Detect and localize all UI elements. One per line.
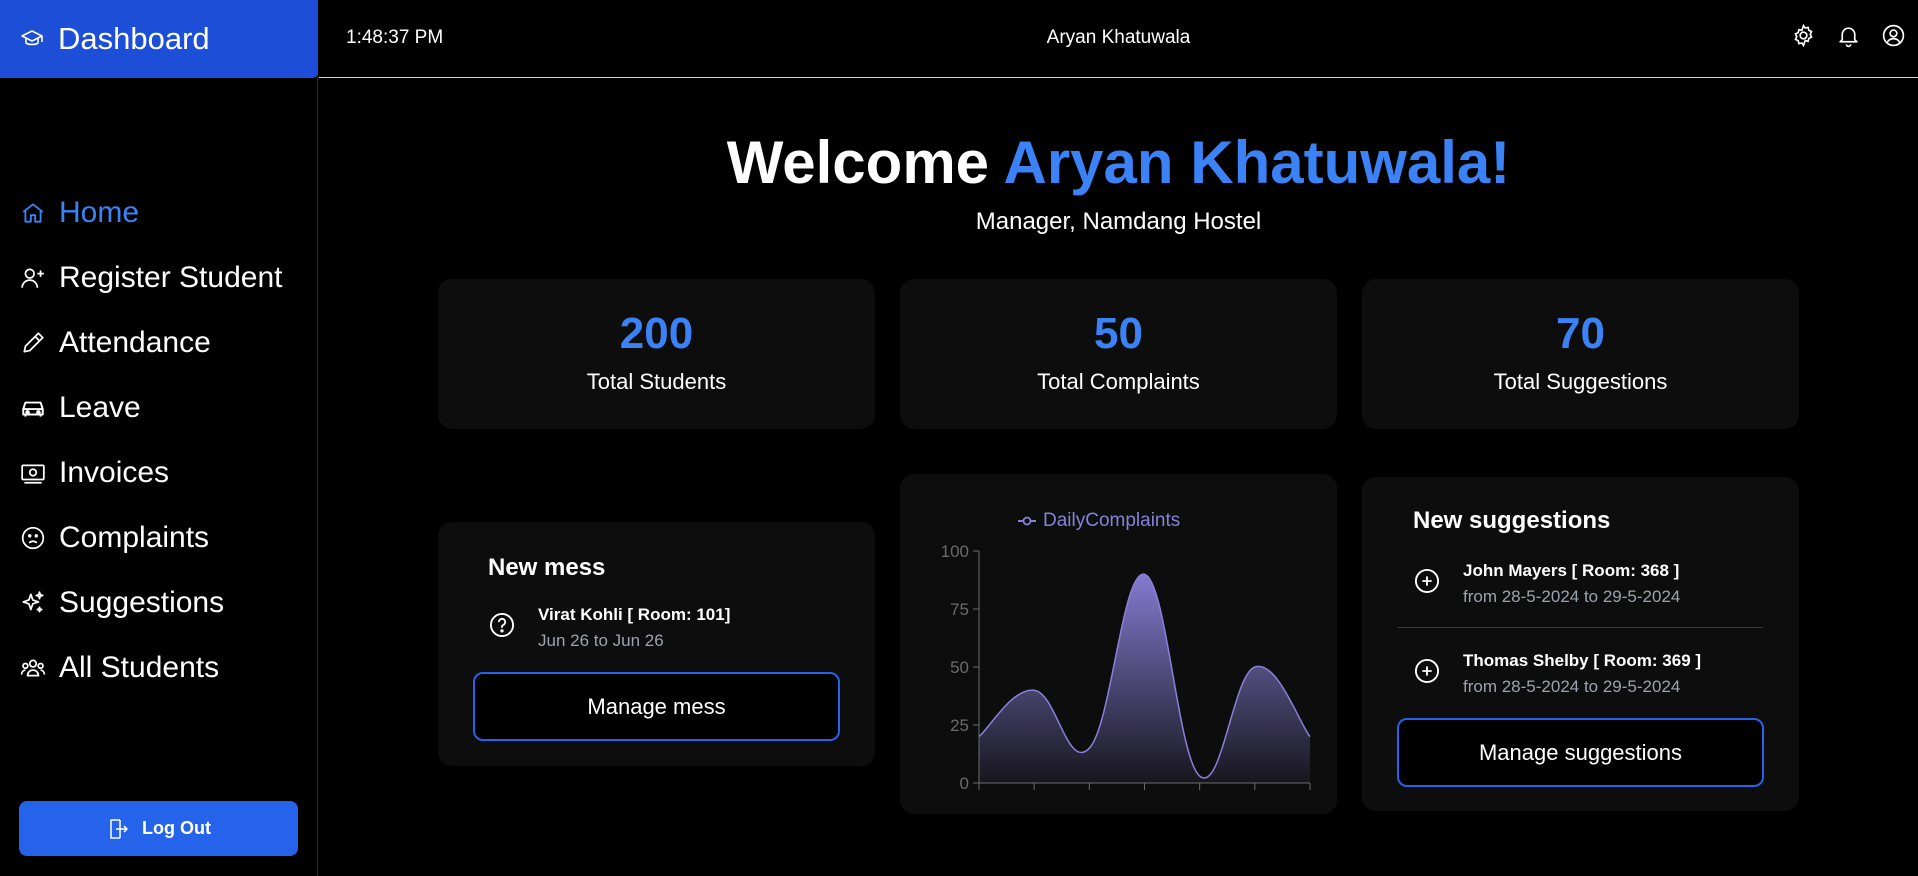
graduation-cap-icon <box>21 30 43 46</box>
daily-complaints-chart: 0 25 50 75 100 <box>941 542 1311 793</box>
plus-circle-icon <box>1414 568 1440 594</box>
welcome-name: Aryan Khatuwala! <box>1003 129 1511 196</box>
stat-card-complaints: 50 Total Complaints <box>900 279 1337 429</box>
sidebar: Dashboard Home Register Student Attendan… <box>0 0 318 876</box>
new-mess-panel: New mess Virat Kohli [ Room: 101] Jun 26… <box>438 522 875 766</box>
sidebar-item-attendance[interactable]: Attendance <box>0 310 318 375</box>
user-role: Manager, Namdang Hostel <box>975 208 1262 235</box>
entry-name: John Mayers [ Room: 368 ] <box>1463 561 1680 580</box>
user-circle-icon[interactable] <box>1881 23 1906 48</box>
stat-label: Total Complaints <box>1037 369 1200 394</box>
topbar-username: Aryan Khatuwala <box>1046 27 1191 48</box>
stat-label: Total Students <box>586 369 727 394</box>
y-tick-label: 25 <box>950 716 969 735</box>
sidebar-item-leave[interactable]: Leave <box>0 375 318 440</box>
entry-dates: from 28-5-2024 to 29-5-2024 <box>1463 587 1681 606</box>
y-tick-label: 100 <box>941 542 969 561</box>
brand-header[interactable]: Dashboard <box>0 0 318 78</box>
sidebar-item-label: Attendance <box>59 325 211 359</box>
entry-name: Thomas Shelby [ Room: 369 ] <box>1463 651 1702 670</box>
y-tick-label: 50 <box>950 658 969 677</box>
welcome-heading: Welcome Aryan Khatuwala! <box>319 128 1918 197</box>
list-item: John Mayers [ Room: 368 ] from 28-5-2024… <box>1413 561 1680 607</box>
series-area <box>979 574 1310 783</box>
sidebar-item-label: All Students <box>59 650 220 684</box>
logout-button[interactable]: Log Out <box>19 801 298 856</box>
brand-title: Dashboard <box>58 21 210 56</box>
sidebar-item-label: Complaints <box>59 520 210 554</box>
entry-dates: from 28-5-2024 to 29-5-2024 <box>1463 677 1681 696</box>
sidebar-item-complaints[interactable]: Complaints <box>0 505 318 570</box>
sad-face-icon <box>21 526 45 549</box>
sparkles-icon <box>22 590 44 613</box>
bell-icon[interactable] <box>1836 23 1861 48</box>
sidebar-item-home[interactable]: Home <box>0 180 318 245</box>
plus-circle-icon <box>1414 658 1440 684</box>
topbar: 1:48:37 PM Aryan Khatuwala <box>319 0 1918 78</box>
banknote-icon <box>21 464 45 484</box>
stat-label: Total Suggestions <box>1493 369 1668 394</box>
user-add-icon <box>21 267 44 288</box>
logout-icon <box>110 818 128 839</box>
car-icon <box>22 401 44 417</box>
manage-suggestions-button[interactable]: Manage suggestions <box>1397 718 1764 787</box>
pencil-icon <box>23 331 44 353</box>
daily-complaints-chart-card: DailyComplaints 0 25 50 75 100 <box>900 474 1337 814</box>
welcome-prefix: Welcome <box>726 129 1004 196</box>
home-icon <box>22 202 44 223</box>
sidebar-item-suggestions[interactable]: Suggestions <box>0 570 318 635</box>
panel-title: New mess <box>488 554 606 581</box>
stat-value: 200 <box>619 309 694 358</box>
stat-card-students: 200 Total Students <box>438 279 875 429</box>
stat-value: 50 <box>1094 309 1143 358</box>
stat-value: 70 <box>1556 309 1605 358</box>
manage-mess-button[interactable]: Manage mess <box>473 672 840 741</box>
sidebar-item-invoices[interactable]: Invoices <box>0 440 318 505</box>
divider <box>1398 627 1763 628</box>
y-tick-label: 75 <box>950 600 969 619</box>
topbar-actions <box>1791 23 1906 48</box>
sidebar-item-label: Invoices <box>59 455 170 489</box>
question-circle-icon <box>489 612 515 638</box>
sidebar-item-register-student[interactable]: Register Student <box>0 245 318 310</box>
list-item: Virat Kohli [ Room: 101] Jun 26 to Jun 2… <box>488 605 730 651</box>
panel-title: New suggestions <box>1413 507 1611 534</box>
list-item: Thomas Shelby [ Room: 369 ] from 28-5-20… <box>1413 651 1701 697</box>
logout-label: Log Out <box>142 818 211 838</box>
users-icon <box>20 659 46 676</box>
y-tick-label: 0 <box>960 774 969 793</box>
entry-dates: Jun 26 to Jun 26 <box>538 631 664 650</box>
sidebar-item-label: Home <box>59 195 140 229</box>
sidebar-item-all-students[interactable]: All Students <box>0 635 318 700</box>
entry-name: Virat Kohli [ Room: 101] <box>538 605 731 624</box>
sidebar-item-label: Leave <box>59 390 141 424</box>
stat-card-suggestions: 70 Total Suggestions <box>1362 279 1799 429</box>
new-suggestions-panel: New suggestions John Mayers [ Room: 368 … <box>1362 477 1799 811</box>
sidebar-item-label: Register Student <box>59 260 283 294</box>
sidebar-nav: Home Register Student Attendance Leave I… <box>0 180 318 700</box>
sidebar-item-label: Suggestions <box>59 585 225 619</box>
gear-icon[interactable] <box>1791 23 1816 48</box>
